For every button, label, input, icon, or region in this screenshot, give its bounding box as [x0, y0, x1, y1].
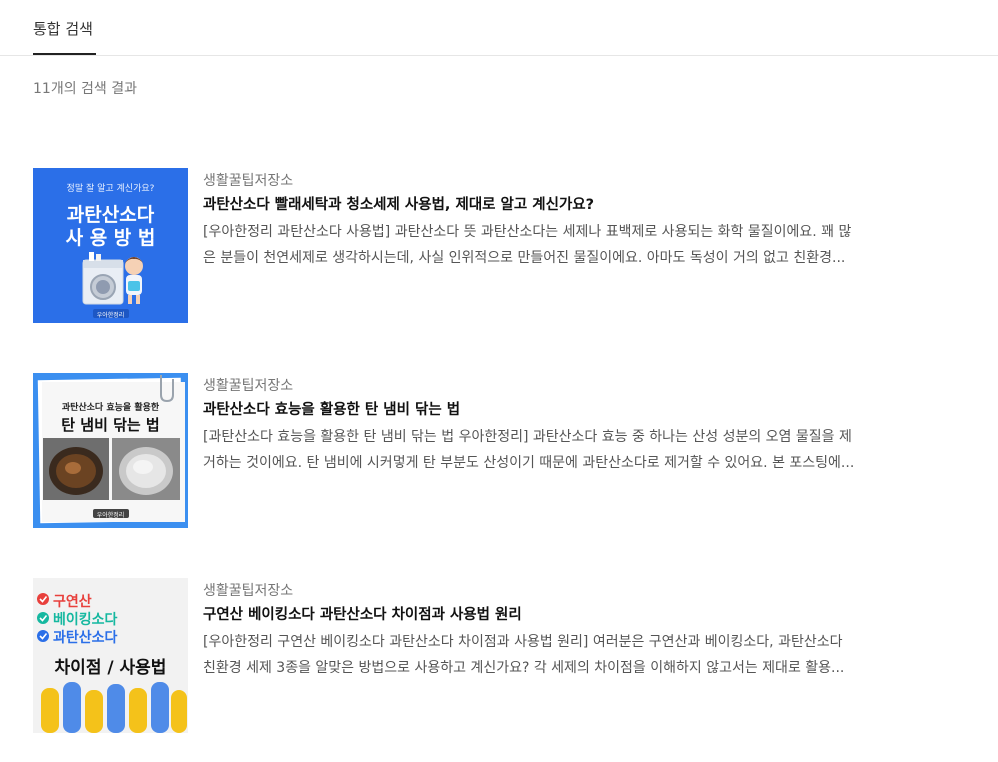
result-title[interactable]: 과탄산소다 효능을 활용한 탄 냄비 닦는 법	[203, 395, 943, 421]
thumbnail-headline: 탄 냄비 닦는 법	[61, 416, 160, 434]
thumbnail-brand: 우아한정리	[96, 512, 125, 519]
thumbnail-headline-2: 사 용 방 법	[65, 227, 156, 249]
thumbnail-check-item: 과탄산소다	[53, 630, 118, 646]
result-category[interactable]: 생활꿀팁저장소	[203, 168, 943, 190]
tab-integrated-search[interactable]: 통합 검색	[33, 0, 96, 55]
result-category[interactable]: 생활꿀팁저장소	[203, 578, 943, 600]
thumbnail-subtitle: 과탄산소다 효능을 활용한	[61, 403, 160, 413]
description-line: 친환경 세제 3종을 알맞은 방법으로 사용하고 계신가요? 각 세제의 차이점…	[203, 660, 845, 676]
description-line: [과탄산소다 효능을 활용한 탄 냄비 닦는 법 우아한정리] 과탄산소다 효능…	[203, 429, 852, 445]
description-line: [우아한정리 과탄산소다 사용법] 과탄산소다 뜻 과탄산소다는 세제나 표백제…	[203, 224, 852, 240]
description-line: 거하는 것이에요. 탄 냄비에 시커멓게 탄 부분도 산성이기 때문에 과탄산소…	[203, 455, 855, 471]
description-line: [우아한정리 구연산 베이킹소다 과탄산소다 차이점과 사용법 원리] 여러분은…	[203, 634, 843, 650]
search-result-item[interactable]: 구연산 베이킹소다 과탄산소다 차이점 / 사용법 생활꿀팁저장소 구연산 베이…	[33, 578, 953, 733]
thumbnail-brand: 우아한정리	[96, 312, 125, 319]
result-count: 11개의 검색 결과	[33, 81, 137, 97]
thumbnail-illustration	[33, 373, 188, 528]
thumbnail-check-item: 베이킹소다	[53, 612, 118, 628]
result-thumbnail[interactable]: 구연산 베이킹소다 과탄산소다 차이점 / 사용법	[33, 578, 188, 733]
result-thumbnail[interactable]: 정말 잘 알고 계신가요? 과탄산소다 사 용 방 법 우아한정리	[33, 168, 188, 323]
result-title[interactable]: 과탄산소다 빨래세탁과 청소세제 사용법, 제대로 알고 계신가요?	[203, 190, 943, 216]
result-thumbnail[interactable]: 과탄산소다 효능을 활용한 탄 냄비 닦는 법 우아한정리	[33, 373, 188, 528]
result-description: [과탄산소다 효능을 활용한 탄 냄비 닦는 법 우아한정리] 과탄산소다 효능…	[203, 424, 943, 476]
result-description: [우아한정리 과탄산소다 사용법] 과탄산소다 뜻 과탄산소다는 세제나 표백제…	[203, 219, 943, 271]
result-category[interactable]: 생활꿀팁저장소	[203, 373, 943, 395]
thumbnail-check-item: 구연산	[53, 594, 92, 610]
result-title[interactable]: 구연산 베이킹소다 과탄산소다 차이점과 사용법 원리	[203, 600, 943, 626]
search-result-item[interactable]: 과탄산소다 효능을 활용한 탄 냄비 닦는 법 우아한정리 생활꿀팁저장소 과탄…	[33, 373, 953, 528]
thumbnail-headline: 차이점 / 사용법	[54, 658, 167, 678]
search-result-item[interactable]: 정말 잘 알고 계신가요? 과탄산소다 사 용 방 법 우아한정리 생활꿀팁저장…	[33, 168, 953, 323]
description-line: 은 분들이 천연세제로 생각하시는데, 사실 인위적으로 만들어진 물질이에요.…	[203, 250, 846, 266]
result-description: [우아한정리 구연산 베이킹소다 과탄산소다 차이점과 사용법 원리] 여러분은…	[203, 629, 943, 681]
tab-bar: 통합 검색	[0, 0, 998, 56]
thumbnail-subtitle: 정말 잘 알고 계신가요?	[66, 184, 155, 194]
